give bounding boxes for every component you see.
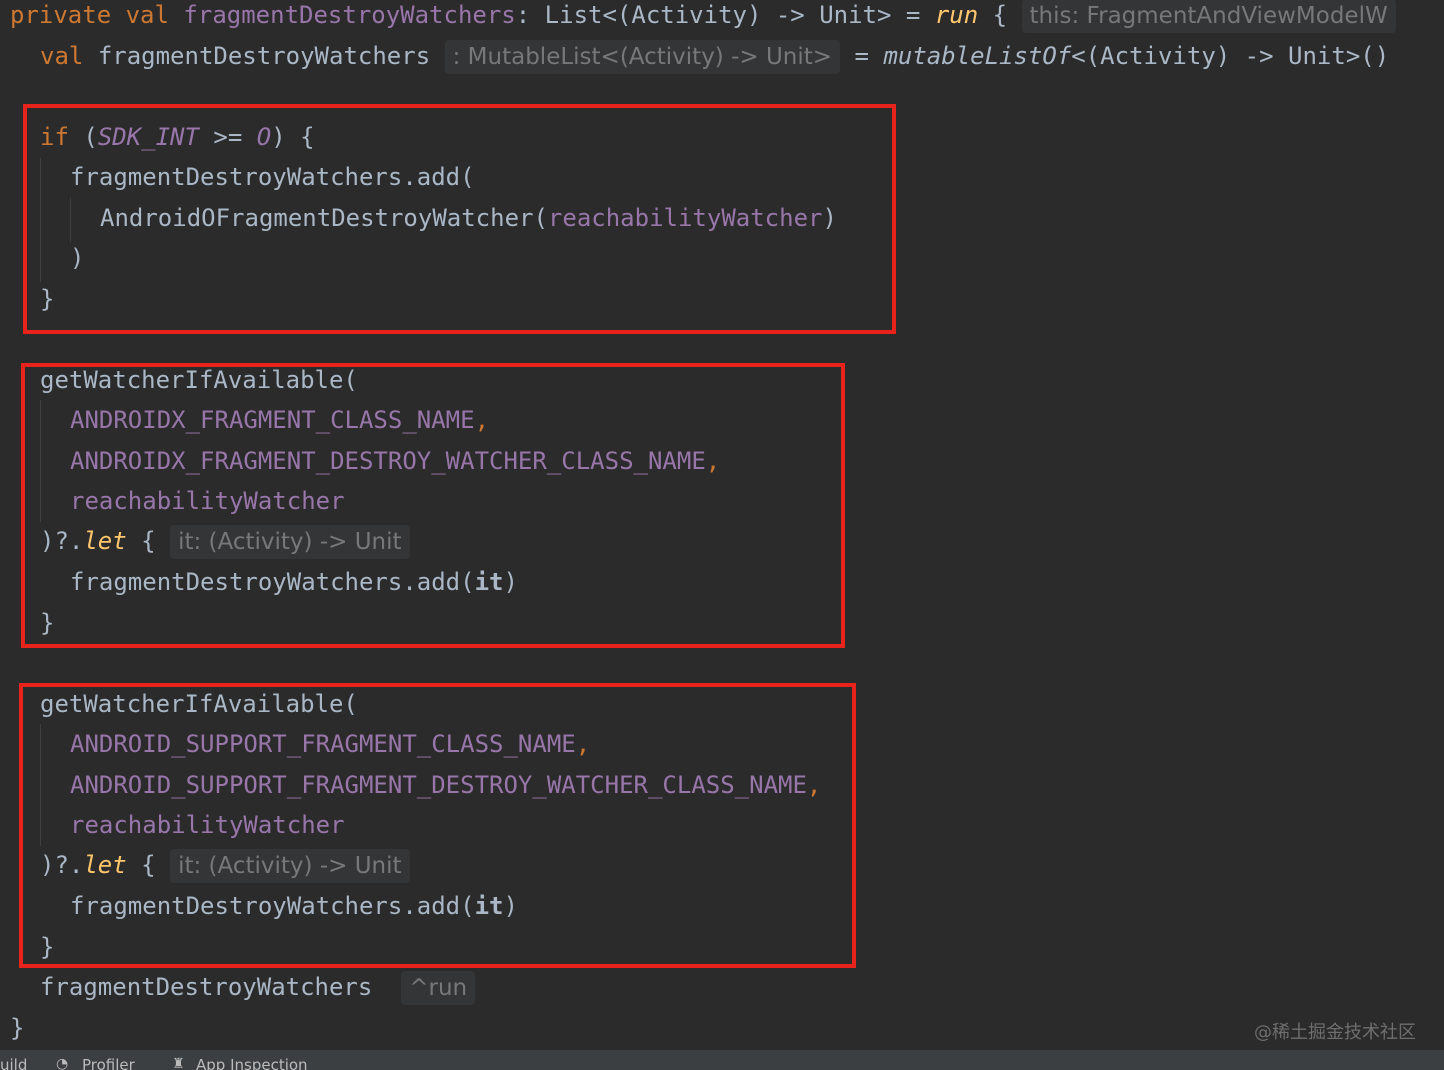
profiler-icon: ◔	[56, 1056, 69, 1070]
code-line-return[interactable]: fragmentDestroyWatchers ^run	[40, 967, 476, 1007]
return-value: fragmentDestroyWatchers	[40, 973, 373, 1001]
highlight-box-androidx	[21, 363, 845, 648]
keyword-val: val	[125, 1, 169, 29]
inlay-hint-run: ^run	[401, 971, 476, 1005]
build-tab[interactable]: uild	[0, 1056, 27, 1070]
code-line-1[interactable]: private val fragmentDestroyWatchers: Lis…	[10, 0, 1396, 35]
app-inspection-tab[interactable]: App Inspection	[196, 1056, 308, 1070]
type: List<(Activity) -> Unit>	[544, 1, 892, 29]
local-name: fragmentDestroyWatchers	[97, 42, 431, 70]
tool-window-bar: uild ◔ Profiler ♜ App Inspection	[0, 1050, 1444, 1070]
close-brace: }	[10, 1014, 25, 1042]
keyword-private: private	[10, 1, 112, 29]
mutable-list-of-function: mutableListOf	[883, 42, 1072, 70]
profiler-tab[interactable]: Profiler	[82, 1056, 135, 1070]
code-line-final-brace[interactable]: }	[10, 1008, 24, 1048]
highlight-box-android-o	[23, 104, 896, 334]
equals: =	[891, 1, 935, 29]
equals: =	[854, 42, 884, 70]
app-inspection-icon: ♜	[172, 1056, 185, 1070]
inlay-hint-type: : MutableList<(Activity) -> Unit>	[444, 40, 841, 74]
open-brace: {	[978, 1, 1008, 29]
property-name: fragmentDestroyWatchers	[183, 1, 516, 29]
run-function: run	[934, 1, 979, 29]
colon: :	[515, 1, 545, 29]
inlay-hint-this: this: FragmentAndViewModelW	[1021, 0, 1396, 33]
watermark: @稀土掘金技术社区	[1254, 1022, 1416, 1043]
keyword-val: val	[40, 42, 84, 70]
highlight-box-support	[19, 683, 856, 968]
code-line-2[interactable]: val fragmentDestroyWatchers : MutableLis…	[40, 36, 1389, 76]
type-args: <(Activity) -> Unit>()	[1071, 42, 1390, 70]
